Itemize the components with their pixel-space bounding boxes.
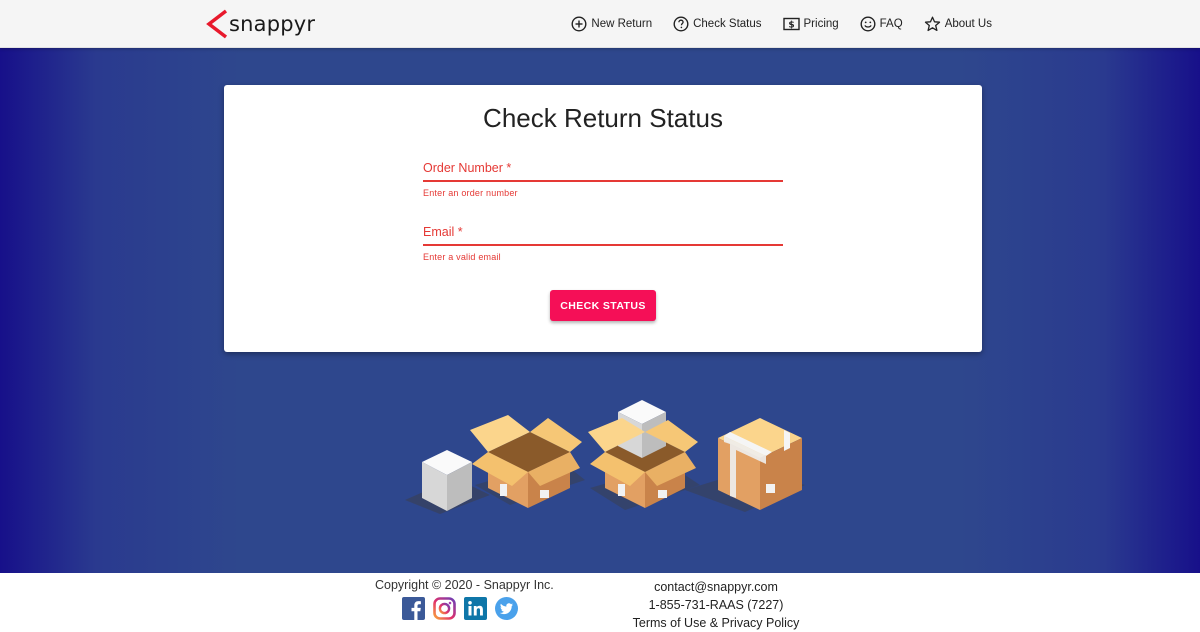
question-circle-icon <box>673 16 689 32</box>
social-links <box>402 597 526 620</box>
nav-pricing[interactable]: $ Pricing <box>782 17 839 31</box>
site-footer: Copyright © 2020 - Snappyr Inc. contact@… <box>0 573 1200 632</box>
nav-pricing-label: Pricing <box>803 18 839 30</box>
email-input[interactable] <box>423 225 783 245</box>
email-field[interactable]: Email * Enter a valid email <box>423 225 783 262</box>
nav-new-return[interactable]: New Return <box>571 16 652 32</box>
dollar-bill-icon: $ <box>782 17 800 31</box>
brand-logo[interactable]: snappyr <box>206 8 315 40</box>
boxes-illustration <box>405 400 805 514</box>
smiley-icon <box>860 16 876 32</box>
page-title: Check Return Status <box>483 103 723 133</box>
nav-faq-label: FAQ <box>879 18 903 30</box>
nav-check-status[interactable]: Check Status <box>673 16 762 32</box>
snappyr-chevron-icon <box>206 9 228 39</box>
main-nav: New Return Check Status $ Pricing FAQ Ab… <box>571 0 992 48</box>
nav-about-us[interactable]: About Us <box>924 16 992 32</box>
linkedin-icon[interactable] <box>464 597 487 620</box>
check-status-card: Check Return Status Order Number * Enter… <box>224 85 982 352</box>
order-number-error: Enter an order number <box>423 188 518 198</box>
nav-faq[interactable]: FAQ <box>860 16 903 32</box>
check-status-button[interactable]: CHECK STATUS <box>550 290 656 321</box>
star-icon <box>924 16 940 32</box>
email-error: Enter a valid email <box>423 252 501 262</box>
contact-email-link[interactable]: contact@snappyr.com <box>622 578 810 596</box>
brand-name: snappyr <box>229 12 316 36</box>
top-navbar: snappyr New Return Check Status $ Pricin… <box>0 0 1200 48</box>
nav-about-us-label: About Us <box>944 18 992 30</box>
plus-circle-icon <box>571 16 587 32</box>
nav-check-status-label: Check Status <box>693 18 762 30</box>
facebook-icon[interactable] <box>402 597 425 620</box>
instagram-icon[interactable] <box>433 597 456 620</box>
white-cube <box>422 450 472 511</box>
twitter-icon[interactable] <box>495 597 518 620</box>
copyright-text: Copyright © 2020 - Snappyr Inc. <box>375 578 554 592</box>
order-number-field[interactable]: Order Number * Enter an order number <box>423 161 783 198</box>
terms-privacy-link[interactable]: Terms of Use & Privacy Policy <box>622 614 810 632</box>
contact-phone: 1-855-731-RAAS (7227) <box>648 598 784 612</box>
order-number-input[interactable] <box>423 161 783 181</box>
svg-text:$: $ <box>788 21 794 31</box>
nav-new-return-label: New Return <box>591 18 653 30</box>
contact-info: contact@snappyr.com 1-855-731-RAAS (7227… <box>622 578 810 632</box>
